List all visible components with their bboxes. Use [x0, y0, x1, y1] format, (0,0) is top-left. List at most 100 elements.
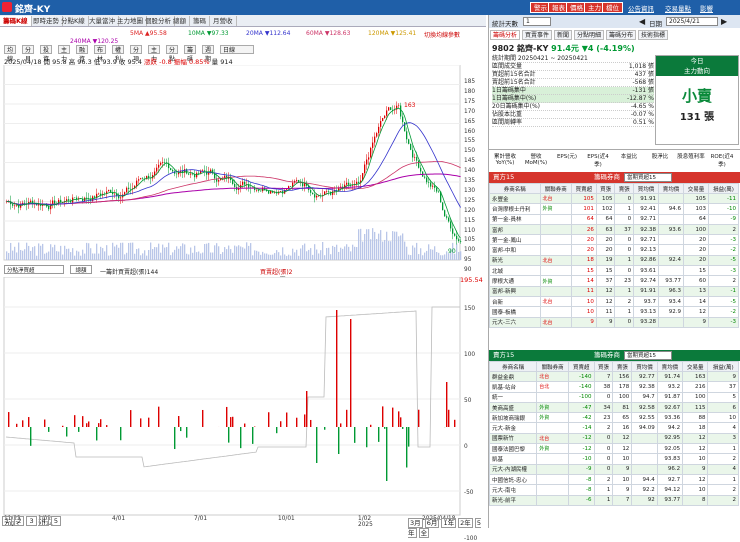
broker-row[interactable]: 凱基-站台台北-1403817892.3893.221637 — [490, 382, 739, 392]
broker-row[interactable]: 新加坡商瑞銀外資-42236592.5593.368810 — [490, 413, 739, 423]
tool-main[interactable]: 主力 — [58, 45, 70, 54]
indicator-select[interactable]: 分點淨買超 — [4, 265, 64, 274]
broker-row[interactable]: 新光-前平-6179293.7782 — [490, 495, 739, 505]
tab-revenue[interactable]: 月營收 — [210, 16, 237, 26]
tab-branch-kline[interactable]: 分點K線 — [58, 16, 89, 26]
col-header[interactable]: 關聯券商 — [537, 362, 569, 372]
rtab-news[interactable]: 新聞 — [554, 30, 572, 40]
prev-icon[interactable]: ◀ — [639, 17, 645, 26]
notice-link[interactable]: 公告資訊 — [628, 3, 654, 13]
broker-row[interactable]: 國票新竹北台-1201292.95123 — [490, 433, 739, 443]
broker-row[interactable]: 台新北台1012293.793.414-5 — [490, 296, 739, 306]
col-header[interactable]: 買張 — [596, 184, 615, 194]
broker-row[interactable]: 富邦-新興1112191.9196.313-1 — [490, 286, 739, 296]
col-header[interactable]: 券商名稱 — [490, 362, 537, 372]
col-header[interactable]: 賣均價 — [657, 362, 682, 372]
page-1[interactable]: 1 — [2, 516, 12, 526]
rtab-dist[interactable]: 籌碼分布 — [606, 30, 636, 40]
rtab-branch[interactable]: 分點明細 — [574, 30, 604, 40]
range-1y[interactable]: 1年 — [441, 518, 456, 528]
page-2[interactable]: 2 — [14, 516, 24, 526]
broker-row[interactable]: 富邦26633792.3893.61002 — [490, 224, 739, 234]
days-select[interactable]: 1 — [523, 17, 551, 26]
col-header[interactable]: 買均價 — [634, 184, 659, 194]
broker-row[interactable]: 美商高盛外資-47348192.5892.671156 — [490, 402, 739, 412]
col-header[interactable]: 損益(萬) — [708, 362, 739, 372]
broker-row[interactable]: 摩根大通外資14372392.7493.77602 — [490, 276, 739, 286]
broker-row[interactable]: 永豐金北台105105091.91105-11 — [490, 194, 739, 204]
col-header[interactable]: 賣張 — [613, 362, 632, 372]
tool-right[interactable]: 權利 — [112, 45, 124, 54]
col-header[interactable]: 交易量 — [684, 184, 709, 194]
volume-link[interactable]: 交易量點 — [665, 3, 691, 13]
branch-bar — [140, 418, 141, 427]
col-header[interactable]: 賣張 — [615, 184, 634, 194]
broker-row[interactable]: 統一-100010094.791.871005 — [490, 392, 739, 402]
tab-kline[interactable]: 籌碼K線 — [0, 16, 32, 26]
broker-row[interactable]: 國泰法國巴黎外資-1201292.05121 — [490, 444, 739, 454]
broker-row[interactable]: 元大-內湖民權-90996.294 — [490, 464, 739, 474]
price-chart[interactable]: 163 90 — [0, 65, 486, 262]
col-header[interactable]: 券商名稱 — [490, 184, 541, 194]
tool-chips[interactable]: 籌碼 — [184, 45, 196, 54]
rtab-events[interactable]: 買賣事件 — [522, 30, 552, 40]
cell: 0 — [615, 194, 634, 204]
tool-invest[interactable]: 投資 — [40, 45, 52, 54]
range-3m[interactable]: 3月 — [408, 518, 423, 528]
tab-total[interactable]: 總額 — [170, 16, 190, 26]
col-header[interactable]: 關聯券商 — [540, 184, 571, 194]
col-header[interactable]: 買張 — [594, 362, 613, 372]
col-header[interactable]: 交易量 — [683, 362, 708, 372]
page-4[interactable]: 4 — [39, 516, 49, 526]
broker-row[interactable]: 富邦-中和2020092.1320-2 — [490, 245, 739, 255]
period-select[interactable]: 日線 — [220, 45, 254, 54]
volume-bar — [378, 234, 379, 260]
broker-row[interactable]: 第一金-鳳山2020092.7120-3 — [490, 235, 739, 245]
buy-table: 券商名稱關聯券商買賣超買張賣張買均價賣均價交易量損益(萬)永豐金北台105105… — [489, 183, 739, 328]
tool-db[interactable]: 分貝 — [22, 45, 34, 54]
tool-boll[interactable]: 布林 — [94, 45, 106, 54]
rtab-tech[interactable]: 技術指標 — [638, 30, 668, 40]
rtab-chips[interactable]: 籌碼分析 — [490, 30, 520, 40]
col-header[interactable]: 買均價 — [632, 362, 657, 372]
broker-row[interactable]: 群益金鼎北台-140715692.7791.741639 — [490, 372, 739, 382]
col-header[interactable]: 買賣超 — [571, 184, 596, 194]
broker-row[interactable]: 第一金-員林6464092.7164-9 — [490, 214, 739, 224]
tool-period[interactable]: 週期 — [202, 45, 214, 54]
sell-filter-select[interactable]: 當期買超15 — [624, 351, 672, 360]
broker-row[interactable]: 中國信託-忠心-821094.492.7121 — [490, 474, 739, 484]
range-all[interactable]: 全 — [419, 528, 430, 538]
broker-row[interactable]: 國泰-板橋1011193.1392.912-2 — [490, 307, 739, 317]
tool-ma[interactable]: 均線 — [4, 45, 16, 54]
impact-link[interactable]: 影響 — [700, 3, 713, 13]
range-6m[interactable]: 6月 — [425, 518, 440, 528]
range-2y[interactable]: 2年 — [458, 518, 473, 528]
broker-row[interactable]: 新光北台1819192.8692.420-5 — [490, 255, 739, 265]
broker-row[interactable]: 台灣摩根士丹利外資101102192.4194.6103-10 — [490, 204, 739, 214]
branch-chart[interactable] — [0, 277, 486, 517]
col-header[interactable]: 賣均價 — [659, 184, 684, 194]
tab-chips[interactable]: 籌碼 — [190, 16, 210, 26]
page-5[interactable]: 5 — [51, 516, 61, 526]
broker-row[interactable]: 北城1515093.6115-3 — [490, 266, 739, 276]
tool-item[interactable]: 分項 — [130, 45, 142, 54]
level-button[interactable]: 檔位 — [602, 2, 623, 13]
tool-main2[interactable]: 主力 — [148, 45, 160, 54]
buy-filter-select[interactable]: 當期買超15 — [624, 173, 672, 182]
broker-row[interactable]: 元大-三六北台99093.289-3 — [490, 317, 739, 327]
date-input[interactable]: 2025/4/21 — [666, 17, 718, 26]
next-icon[interactable]: ▶ — [721, 17, 727, 26]
ma-settings-link[interactable]: 切換均線參數 — [424, 30, 460, 39]
buy-header: 買方15 籌碼券商 當期買超15 — [489, 172, 740, 183]
tool-branch[interactable]: 分點 — [166, 45, 178, 54]
page-3[interactable]: 3 — [26, 516, 36, 526]
tool-margin[interactable]: 融資 — [76, 45, 88, 54]
total-button[interactable]: 總額 — [70, 265, 92, 274]
broker-row[interactable]: 元大-新金-1421694.0994.2184 — [490, 423, 739, 433]
broker-row[interactable]: 凱基-1001093.83102 — [490, 454, 739, 464]
col-header[interactable]: 損益(萬) — [709, 184, 739, 194]
col-header[interactable]: 買賣超 — [569, 362, 594, 372]
cell: 外資 — [537, 413, 569, 423]
candle — [418, 161, 419, 168]
broker-row[interactable]: 元大-南屯-81992.294.12102 — [490, 485, 739, 495]
